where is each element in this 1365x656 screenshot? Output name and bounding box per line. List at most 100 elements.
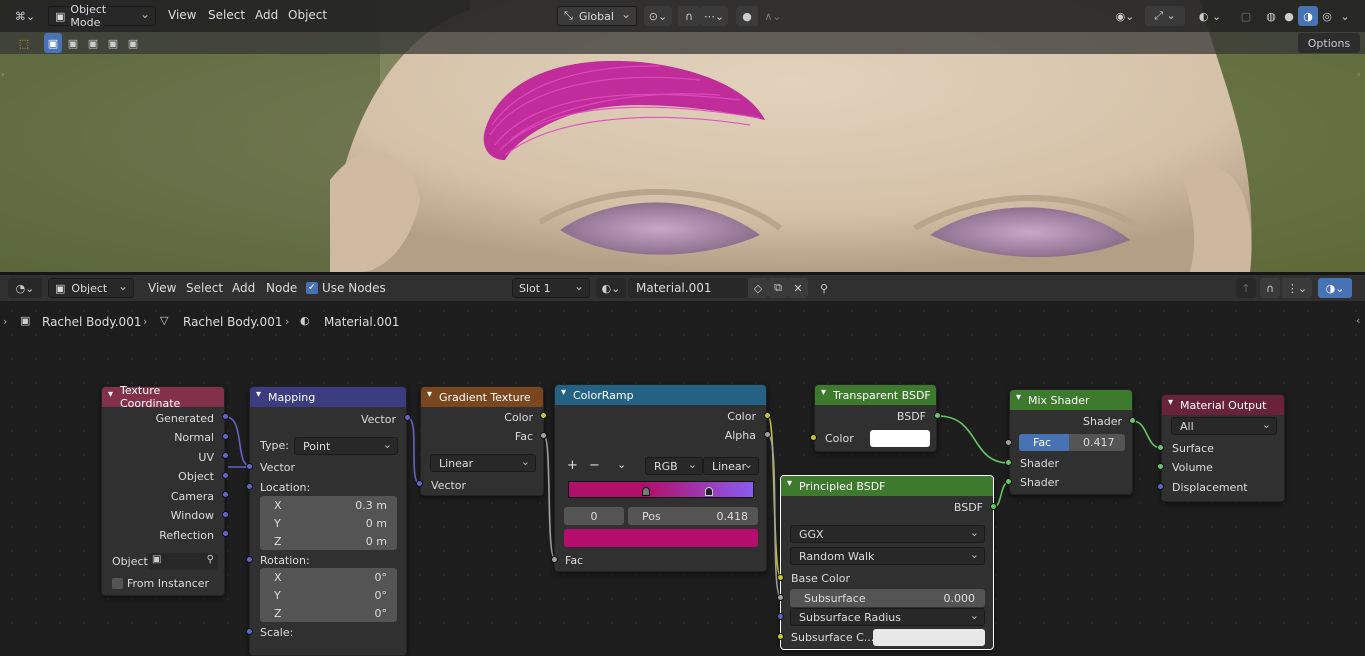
distribution-dropdown[interactable]: GGX bbox=[790, 525, 985, 543]
socket-principled-bsdf[interactable] bbox=[990, 503, 997, 510]
select-tool-icon[interactable]: ⬚ bbox=[14, 33, 34, 53]
socket-normal[interactable] bbox=[222, 433, 229, 440]
color-stop-marker[interactable] bbox=[641, 487, 650, 496]
menu-node[interactable]: Node bbox=[266, 281, 297, 295]
editor-type-button[interactable]: ◔⌄ bbox=[8, 278, 42, 298]
node-gradient-texture[interactable]: Gradient Texture Color Fac Linear Vector bbox=[420, 386, 544, 496]
menu-add[interactable]: Add bbox=[255, 8, 278, 22]
socket-transparent-color[interactable] bbox=[810, 434, 817, 441]
menu-select[interactable]: Select bbox=[186, 281, 223, 295]
duplicate-material-icon[interactable]: ⧉ bbox=[768, 278, 788, 298]
remove-stop-button[interactable]: − bbox=[589, 458, 600, 473]
menu-object[interactable]: Object bbox=[288, 8, 327, 22]
node-header[interactable]: Texture Coordinate bbox=[102, 384, 224, 410]
pin-icon[interactable]: ⚲ bbox=[814, 278, 834, 298]
snap-icon[interactable]: ∩ bbox=[1260, 278, 1280, 298]
node-mix-shader[interactable]: Mix Shader Shader Fac 0.417 Shader Shade… bbox=[1009, 389, 1133, 495]
subsurface-color-swatch[interactable] bbox=[873, 629, 985, 646]
rotation-z[interactable]: Z 0° bbox=[260, 604, 397, 622]
socket-colorramp-alpha[interactable] bbox=[764, 431, 771, 438]
select-new-icon[interactable]: ▣ bbox=[44, 33, 62, 53]
node-material-output[interactable]: Material Output All Surface Volume Displ… bbox=[1161, 394, 1285, 502]
add-stop-button[interactable]: + bbox=[567, 458, 578, 473]
node-principled-bsdf[interactable]: Principled BSDF BSDF GGX Random Walk Bas… bbox=[780, 475, 994, 650]
socket-gradient-fac[interactable] bbox=[540, 432, 547, 439]
socket-mapping-in[interactable] bbox=[246, 463, 253, 470]
select-subtract-icon[interactable]: ▣ bbox=[84, 33, 102, 53]
visibility-icon[interactable]: ◉⌄ bbox=[1110, 6, 1140, 26]
xray-icon[interactable]: ▢ bbox=[1236, 6, 1256, 26]
menu-select[interactable]: Select bbox=[208, 8, 245, 22]
node-header[interactable]: Principled BSDF bbox=[781, 476, 993, 496]
socket-subsurface-radius[interactable] bbox=[777, 613, 784, 620]
select-extend-icon[interactable]: ▣ bbox=[64, 33, 82, 53]
socket-location[interactable] bbox=[246, 483, 253, 490]
color-stop-marker[interactable] bbox=[705, 487, 713, 496]
socket-volume[interactable] bbox=[1157, 463, 1164, 470]
socket-mix-fac[interactable] bbox=[1005, 439, 1012, 446]
node-mapping[interactable]: Mapping Vector Type: Point Vector Locati… bbox=[249, 386, 407, 656]
snap-toggle-icon[interactable]: ∩ bbox=[678, 6, 700, 26]
options-button[interactable]: Options bbox=[1298, 33, 1360, 53]
socket-subsurface[interactable] bbox=[777, 594, 784, 601]
rendered-shading-icon[interactable]: ◎ bbox=[1318, 6, 1336, 26]
snap-element-icon[interactable]: ⋮⌄ bbox=[1282, 278, 1312, 298]
use-nodes-checkbox[interactable]: ✓ bbox=[306, 282, 318, 294]
gizmo-icon[interactable]: ⤢ ⌄ bbox=[1145, 6, 1185, 26]
subsurface-method-dropdown[interactable]: Random Walk bbox=[790, 547, 985, 565]
wireframe-shading-icon[interactable]: ◍ bbox=[1262, 6, 1280, 26]
pivot-icon[interactable]: ⊙⌄ bbox=[644, 6, 672, 26]
solid-shading-icon[interactable]: ● bbox=[1280, 6, 1298, 26]
socket-scale[interactable] bbox=[246, 628, 253, 635]
orientation-dropdown[interactable]: ⤡ Global bbox=[557, 6, 637, 26]
shading-options-icon[interactable]: ⌄ bbox=[1338, 6, 1352, 26]
color-ramp-bar[interactable] bbox=[568, 481, 754, 498]
interpolation-dropdown[interactable]: Linear bbox=[703, 457, 759, 475]
socket-mix-in1[interactable] bbox=[1005, 459, 1012, 466]
location-z[interactable]: Z0 m bbox=[260, 532, 397, 550]
socket-gradient-color[interactable] bbox=[540, 412, 547, 419]
node-header[interactable]: ColorRamp bbox=[555, 385, 766, 405]
mapping-type-dropdown[interactable]: Point bbox=[294, 437, 398, 455]
subsurface-radius-dropdown[interactable]: Subsurface Radius bbox=[790, 608, 985, 626]
node-colorramp[interactable]: ColorRamp Color Alpha + − ⌄ RGB Linear 0… bbox=[554, 384, 767, 572]
editor-type-button[interactable]: ⌘⌄ bbox=[8, 6, 42, 26]
right-panel-toggle-icon[interactable]: ‹ bbox=[1357, 70, 1361, 80]
color-mode-dropdown[interactable]: RGB bbox=[645, 457, 703, 475]
shader-type-dropdown[interactable]: ▣ Object bbox=[48, 278, 134, 298]
overlay-icon[interactable]: ◐ ⌄ bbox=[1190, 6, 1230, 26]
socket-displacement[interactable] bbox=[1157, 483, 1164, 490]
color-swatch[interactable] bbox=[870, 430, 930, 447]
material-name-field[interactable]: Material.001 bbox=[628, 278, 748, 298]
socket-colorramp-color[interactable] bbox=[764, 412, 771, 419]
socket-object[interactable] bbox=[222, 472, 229, 479]
node-header[interactable]: Material Output bbox=[1162, 395, 1284, 415]
subsurface-field[interactable]: Subsurface 0.000 bbox=[790, 589, 985, 607]
slot-dropdown[interactable]: Slot 1 bbox=[512, 278, 590, 298]
socket-rotation[interactable] bbox=[246, 556, 253, 563]
node-header[interactable]: Gradient Texture bbox=[421, 387, 543, 407]
stop-color-swatch[interactable] bbox=[564, 529, 758, 547]
node-texture-coordinate[interactable]: Texture Coordinate Generated Normal UV O… bbox=[101, 384, 225, 596]
menu-add[interactable]: Add bbox=[232, 281, 255, 295]
socket-mix-in2[interactable] bbox=[1005, 478, 1012, 485]
mode-dropdown[interactable]: ▣ Object Mode bbox=[48, 3, 156, 29]
gradient-type-dropdown[interactable]: Linear bbox=[430, 454, 536, 472]
node-header[interactable]: Mix Shader bbox=[1010, 390, 1132, 410]
material-shading-icon[interactable]: ◑ bbox=[1298, 6, 1318, 26]
ramp-menu-icon[interactable]: ⌄ bbox=[617, 458, 626, 471]
socket-subsurface-color[interactable] bbox=[777, 633, 784, 640]
socket-colorramp-fac[interactable] bbox=[551, 556, 558, 563]
sidebar-toggle-icon[interactable]: ‹ bbox=[1356, 314, 1360, 327]
socket-camera[interactable] bbox=[222, 491, 229, 498]
eyedropper-icon[interactable]: ⚲ bbox=[207, 554, 214, 565]
select-invert-icon[interactable]: ▣ bbox=[104, 33, 122, 53]
menu-view[interactable]: View bbox=[148, 281, 176, 295]
socket-mapping-out[interactable] bbox=[404, 414, 411, 421]
socket-reflection[interactable] bbox=[222, 530, 229, 537]
proportional-edit-icon[interactable]: ● bbox=[736, 6, 758, 26]
socket-surface[interactable] bbox=[1157, 444, 1164, 451]
node-transparent-bsdf[interactable]: Transparent BSDF BSDF Color bbox=[814, 384, 937, 452]
parent-node-tree-icon[interactable]: ↑ bbox=[1236, 278, 1256, 298]
unlink-material-icon[interactable]: ✕ bbox=[788, 278, 808, 298]
